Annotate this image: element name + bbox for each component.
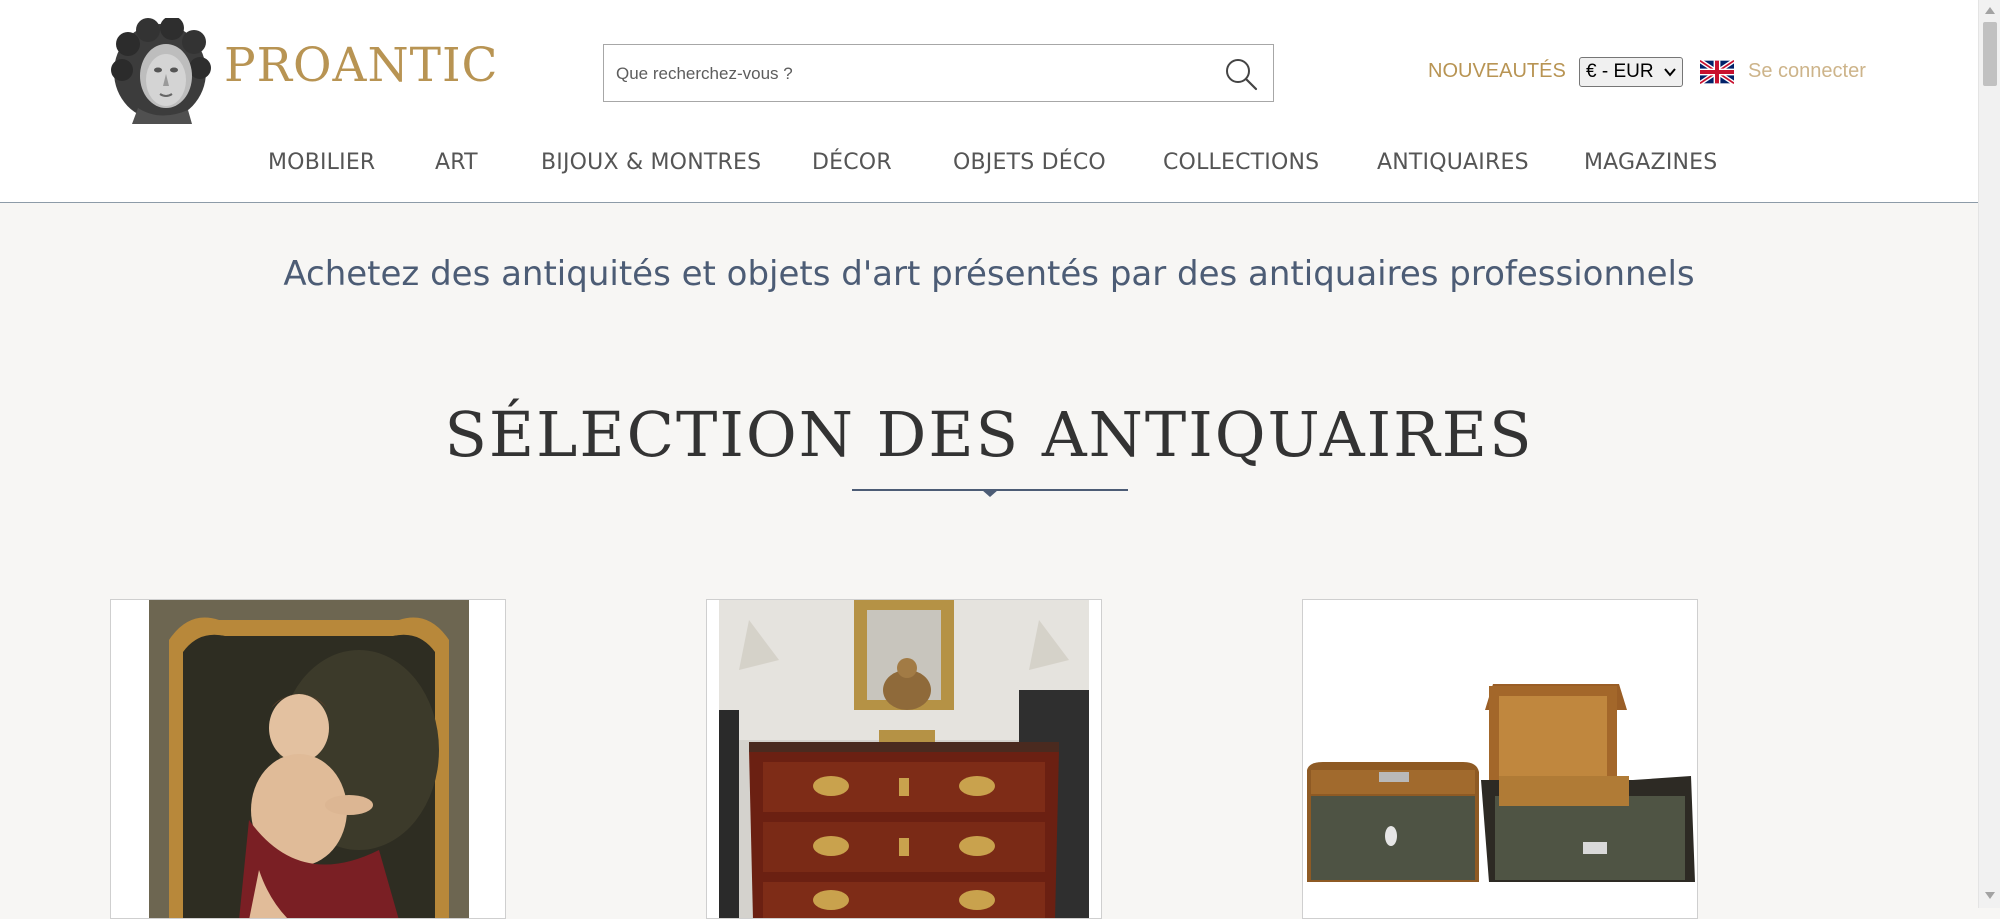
search-icon[interactable] (1223, 56, 1259, 92)
nav-item-magazines[interactable]: MAGAZINES (1584, 150, 1717, 175)
page: PROANTIC NOUVEAUTÉS € - EUR Se connecter… (0, 0, 1978, 919)
currency-select[interactable]: € - EUR (1579, 57, 1683, 87)
chevron-down-icon (1664, 68, 1676, 77)
search-input[interactable] (614, 45, 1198, 103)
scrollbar-thumb[interactable] (1983, 22, 1997, 86)
new-arrivals-link[interactable]: NOUVEAUTÉS (1428, 60, 1566, 83)
site-header: PROANTIC NOUVEAUTÉS € - EUR Se connecter… (0, 0, 1978, 203)
scroll-up-arrow-icon[interactable] (1985, 6, 1995, 14)
product-image-portrait-painting[interactable] (149, 600, 469, 919)
section-title: SÉLECTION DES ANTIQUAIRES (444, 398, 1534, 471)
nav-item-mobilier[interactable]: MOBILIER (268, 150, 375, 175)
scroll-down-arrow-icon[interactable] (1985, 892, 1995, 900)
currency-value: € - EUR (1586, 61, 1654, 82)
logo-text[interactable]: PROANTIC (224, 42, 499, 89)
nav-item-objets-deco[interactable]: OBJETS DÉCO (953, 150, 1106, 175)
uk-flag-icon[interactable] (1700, 59, 1734, 85)
product-card-1[interactable] (110, 599, 506, 919)
nav-item-collections[interactable]: COLLECTIONS (1163, 150, 1319, 175)
nav-item-bijoux-montres[interactable]: BIJOUX & MONTRES (541, 150, 761, 175)
vertical-scrollbar[interactable] (1978, 0, 2000, 908)
nav-item-art[interactable]: ART (435, 150, 478, 175)
product-card-2[interactable] (706, 599, 1102, 919)
logo-bust-icon[interactable] (108, 18, 212, 124)
product-image-commode[interactable] (719, 600, 1089, 919)
search-box (603, 44, 1274, 103)
nav-item-decor[interactable]: DÉCOR (812, 150, 892, 175)
product-image-marquetry-boxes[interactable] (1303, 600, 1698, 919)
product-card-3[interactable] (1302, 599, 1698, 919)
nav-item-antiquaires[interactable]: ANTIQUAIRES (1377, 150, 1529, 175)
login-link[interactable]: Se connecter (1748, 60, 1866, 83)
tagline: Achetez des antiquités et objets d'art p… (283, 254, 1695, 294)
main-nav: MOBILIER ART BIJOUX & MONTRES DÉCOR OBJE… (0, 150, 1978, 180)
title-divider (852, 489, 1128, 497)
